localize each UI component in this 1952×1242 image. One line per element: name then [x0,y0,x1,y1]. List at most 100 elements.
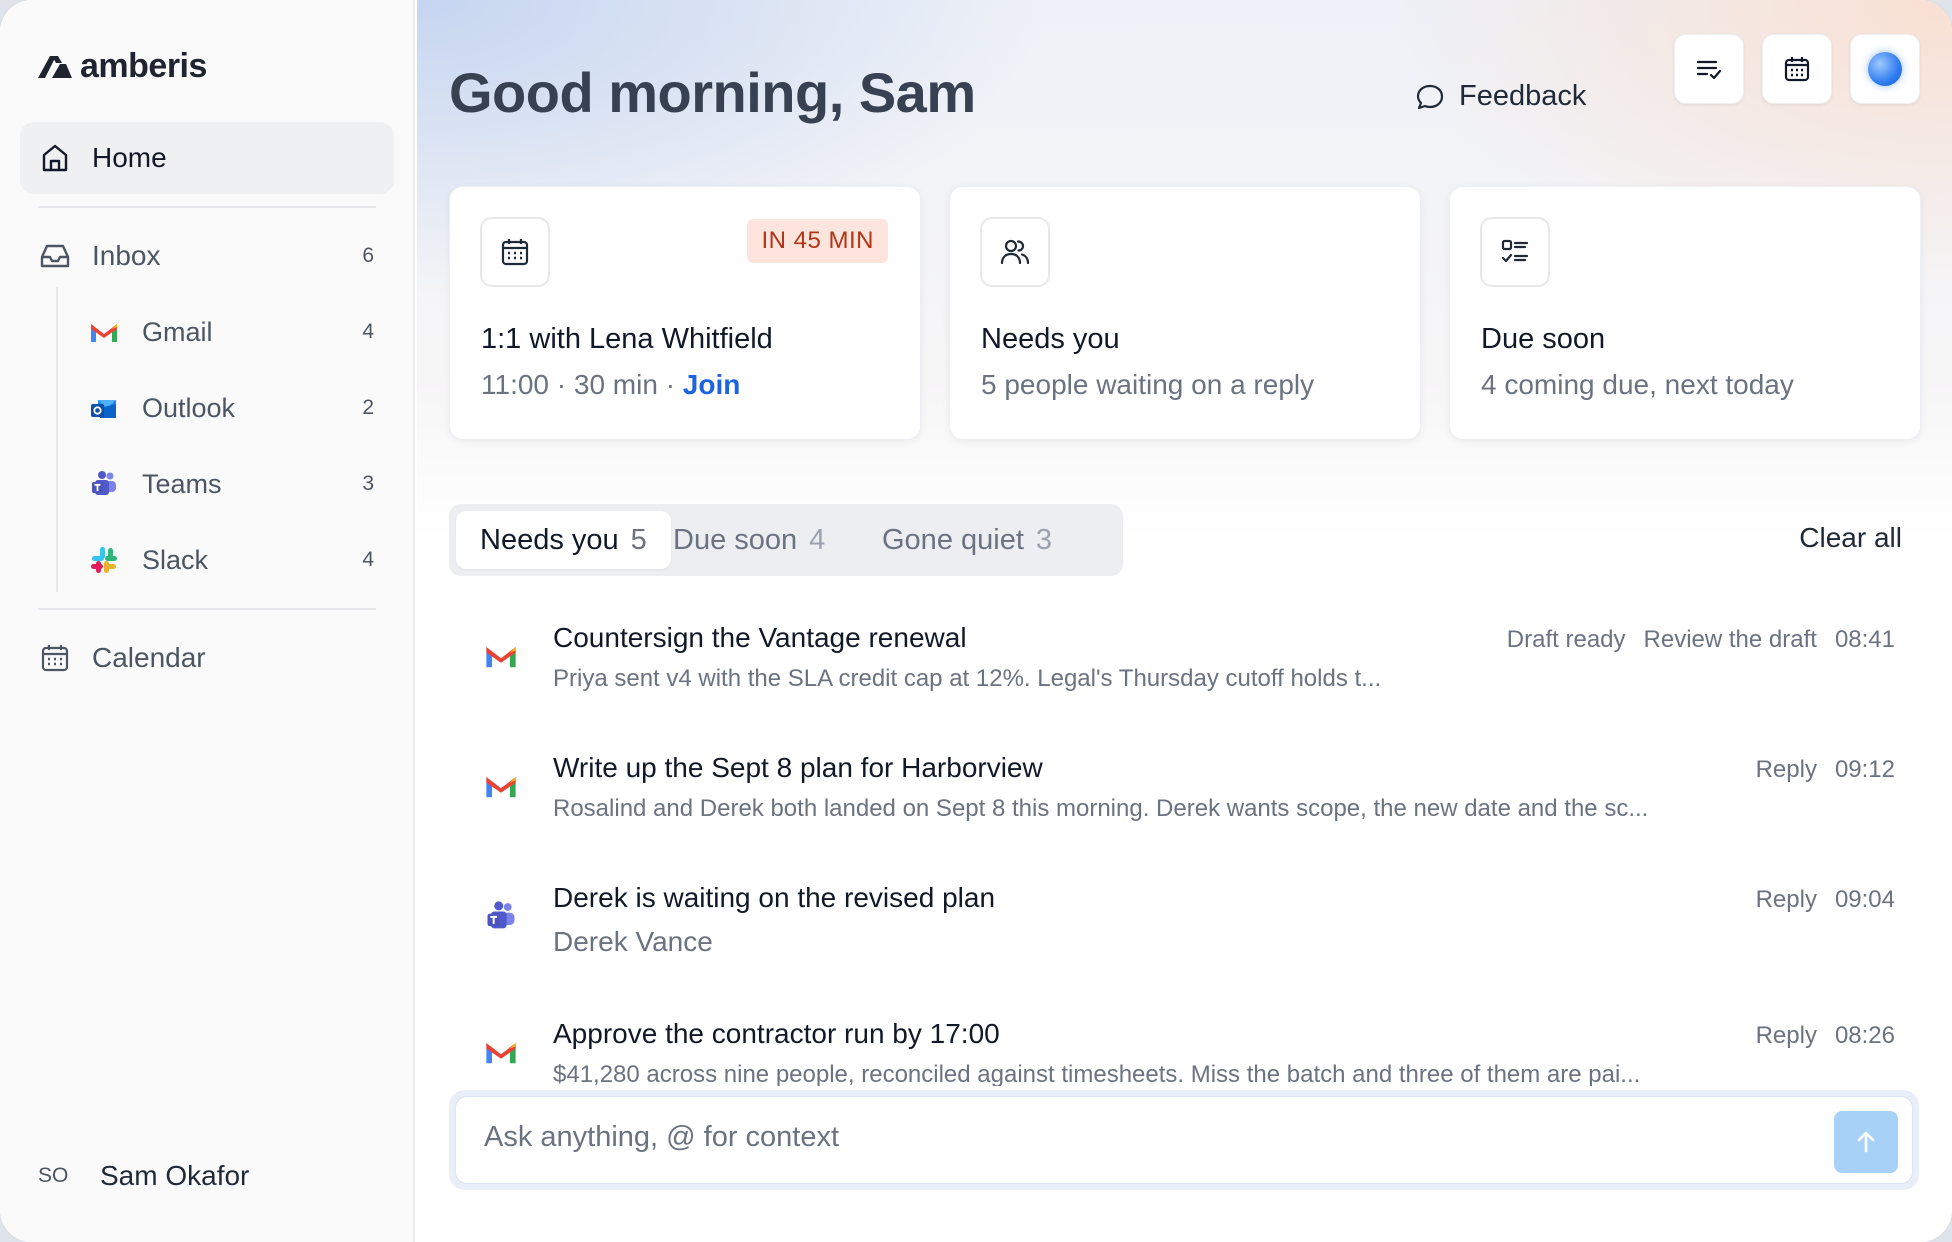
teams-icon [487,901,515,929]
sidebar-item-inbox[interactable]: Inbox 6 [20,220,394,292]
card-icon-box [1480,217,1550,287]
sidebar-item-label: Slack [142,544,209,575]
gmail-icon [486,777,516,798]
tab-label: Due soon [673,523,798,556]
sidebar-item-calendar[interactable]: Calendar [20,622,394,694]
tab-due-soon[interactable]: Due soon 4 [649,511,849,569]
list-item[interactable]: Countersign the Vantage renewal Priya se… [449,600,1919,730]
list-item[interactable]: Approve the contractor run by 17:00 $41,… [449,996,1919,1086]
tab-count: 5 [630,523,647,556]
status-badge: Draft ready [1506,626,1626,653]
clear-all-button[interactable]: Clear all [1799,522,1902,554]
sidebar-item-label: Teams [142,468,222,499]
gmail-icon [486,647,516,668]
ask-input[interactable]: Ask anything, @ for context [455,1096,1913,1184]
user-profile[interactable]: SO Sam Okafor [38,1160,249,1192]
calendar-icon [1784,57,1810,82]
tab-needs-you[interactable]: Needs you 5 [456,511,671,569]
review-draft-button[interactable]: Review the draft [1644,626,1817,654]
item-meta: Reply 09:04 [1756,886,1895,914]
send-button[interactable] [1834,1111,1898,1173]
avatar: SO [38,1164,69,1187]
reply-button[interactable]: Reply [1756,756,1817,784]
meeting-card[interactable]: IN 45 MIN 1:1 with Lena Whitfield 11:00 … [449,186,921,440]
needs-you-card[interactable]: Needs you 5 people waiting on a reply [949,186,1421,440]
slack-count: 4 [362,548,374,571]
sidebar-item-label: Calendar [92,642,206,673]
amberis-logo-icon [38,56,72,78]
task-list: Countersign the Vantage renewal Priya se… [449,600,1919,1086]
outlook-count: 2 [362,396,374,419]
sidebar-item-slack[interactable]: Slack 4 [60,528,394,592]
item-title: Derek is waiting on the revised plan [553,882,996,913]
sidebar-item-label: Outlook [142,392,236,423]
item-title: Write up the Sept 8 plan for Harborview [553,752,1043,783]
list-item[interactable]: Write up the Sept 8 plan for Harborview … [449,730,1919,860]
teams-icon [92,471,116,495]
list-item[interactable]: Derek is waiting on the revised plan Der… [449,860,1919,990]
sidebar-divider [38,206,376,208]
card-subtitle: 11:00 · 30 min · Join [481,369,740,401]
item-title: Countersign the Vantage renewal [553,622,967,653]
tab-count: 4 [809,523,826,556]
sidebar-item-gmail[interactable]: Gmail 4 [60,300,394,364]
item-preview: Priya sent v4 with the SLA credit cap at… [553,665,1382,692]
composer: Ask anything, @ for context [449,1090,1919,1190]
feedback-label: Feedback [1459,80,1587,112]
tab-gone-quiet[interactable]: Gone quiet 3 [858,511,1076,569]
tasks-button[interactable] [1674,34,1744,104]
home-icon [42,144,68,172]
sidebar-item-label: Gmail [142,316,213,347]
sidebar-divider [38,608,376,610]
item-preview: Rosalind and Derek both landed on Sept 8… [553,795,1649,822]
sidebar-item-label: Home [92,142,167,173]
gmail-count: 4 [362,320,374,343]
tab-label: Needs you [480,523,619,556]
item-time: 08:41 [1834,626,1895,653]
brand-name: amberis [80,46,207,85]
ask-input-placeholder: Ask anything, @ for context [484,1121,840,1153]
sources-tree-line [56,287,58,592]
assistant-orb-icon [1868,52,1902,86]
inbox-icon [40,244,70,268]
meeting-details: 11:00 · 30 min · [481,369,683,400]
card-title: Due soon [1481,323,1606,355]
list-check-icon [1696,60,1722,80]
card-subtitle: 4 coming due, next today [1481,369,1794,400]
time-badge: IN 45 MIN [747,219,888,263]
sidebar-item-home[interactable]: Home [20,122,394,194]
item-time: 08:26 [1834,1022,1895,1049]
item-meta: Draft ready Review the draft 08:41 [1507,626,1895,654]
sidebar: amberis Home Inbox 6 Gmail 4 Outlook 2 T… [0,0,415,1242]
item-preview: $41,280 across nine people, reconciled a… [553,1061,1641,1086]
assistant-button[interactable] [1850,34,1920,104]
card-icon-box [980,217,1050,287]
calendar-icon [501,239,529,266]
item-time: 09:04 [1834,886,1895,913]
item-title: Approve the contractor run by 17:00 [553,1018,1000,1049]
calendar-icon [41,645,69,672]
sidebar-item-teams[interactable]: Teams 3 [60,452,394,516]
filter-tabs: Needs you 5 Due soon 4 Gone quiet 3 [449,504,1123,576]
brand-logo[interactable]: amberis [36,47,207,85]
item-time: 09:12 [1834,756,1895,783]
people-icon [1000,239,1030,265]
reply-button[interactable]: Reply [1756,886,1817,914]
calendar-button[interactable] [1762,34,1832,104]
app-window: amberis Home Inbox 6 Gmail 4 Outlook 2 T… [0,0,1952,1242]
gmail-icon [91,324,117,342]
card-icon-box [480,217,550,287]
user-name: Sam Okafor [100,1160,250,1191]
tab-label: Gone quiet [882,523,1024,556]
sidebar-item-outlook[interactable]: Outlook 2 [60,376,394,440]
checklist-icon [1501,239,1529,263]
main-content: Good morning, Sam Feedback IN 45 MIN 1:1… [417,0,1952,1242]
join-link[interactable]: Join [683,369,741,400]
chat-bubble-icon [1416,84,1444,109]
arrow-up-icon [1857,1131,1875,1153]
page-title: Good morning, Sam [449,61,976,124]
due-soon-card[interactable]: Due soon 4 coming due, next today [1449,186,1921,440]
feedback-button[interactable]: Feedback [1415,80,1586,113]
item-meta: Reply 09:12 [1756,756,1895,784]
reply-button[interactable]: Reply [1756,1022,1817,1050]
